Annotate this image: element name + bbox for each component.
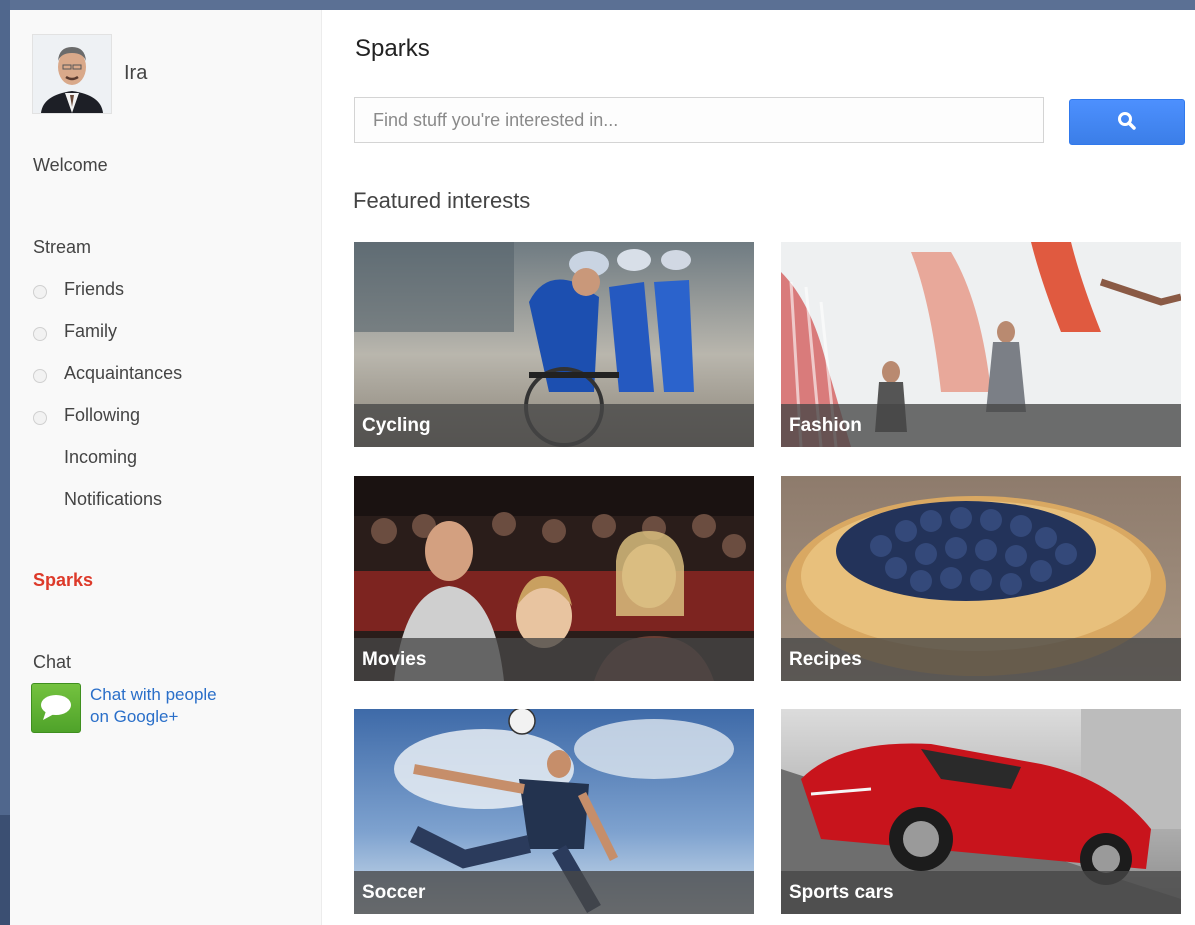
chat-bubble-icon[interactable] — [31, 683, 81, 733]
avatar[interactable] — [32, 34, 112, 114]
main-content: Sparks Featured interests — [322, 10, 1195, 925]
search-icon — [1118, 112, 1136, 130]
interest-label: Sports cars — [781, 871, 1181, 914]
interest-tile-recipes[interactable]: Recipes — [781, 476, 1181, 681]
interest-tile-sports-cars[interactable]: Sports cars — [781, 709, 1181, 914]
chat-link[interactable]: Chat with people on Google+ — [90, 684, 270, 728]
circle-radio-icon — [33, 369, 47, 383]
app-window: Ira Welcome Stream Friends Family Acquai… — [10, 10, 1195, 925]
circle-radio-icon — [33, 327, 47, 341]
window-frame-left — [0, 0, 10, 925]
interest-tile-cycling[interactable]: Cycling — [354, 242, 754, 447]
window-frame-top — [0, 0, 1195, 10]
interest-tile-fashion[interactable]: Fashion — [781, 242, 1181, 447]
nav-notifications[interactable]: Notifications — [64, 489, 162, 510]
interest-tile-movies[interactable]: Movies — [354, 476, 754, 681]
nav-circle-label: Friends — [64, 279, 125, 299]
circle-radio-icon — [33, 411, 47, 425]
nav-circle-label: Acquaintances — [64, 363, 183, 383]
featured-interests-heading: Featured interests — [353, 188, 531, 213]
interest-label: Recipes — [781, 638, 1181, 681]
sidebar: Ira Welcome Stream Friends Family Acquai… — [10, 10, 322, 925]
page-title: Sparks — [355, 35, 430, 62]
circle-radio-icon — [33, 285, 47, 299]
search-input[interactable] — [354, 97, 1044, 143]
chat-link-line1: Chat with people — [90, 685, 217, 704]
nav-welcome[interactable]: Welcome — [33, 155, 108, 176]
interest-label: Cycling — [354, 404, 754, 447]
interest-tile-soccer[interactable]: Soccer — [354, 709, 754, 914]
nav-circle-label: Following — [64, 405, 141, 425]
profile-name[interactable]: Ira — [124, 62, 147, 85]
interest-label: Fashion — [781, 404, 1181, 447]
nav-sparks[interactable]: Sparks — [33, 570, 93, 591]
interest-label: Soccer — [354, 871, 754, 914]
chat-link-line2: on Google+ — [90, 707, 179, 726]
search-button[interactable] — [1069, 99, 1185, 145]
interest-label: Movies — [354, 638, 754, 681]
nav-incoming[interactable]: Incoming — [64, 447, 137, 468]
profile-photo — [33, 35, 111, 113]
nav-circle-label: Family — [64, 321, 117, 341]
nav-stream[interactable]: Stream — [33, 237, 91, 258]
chat-heading: Chat — [33, 652, 72, 672]
